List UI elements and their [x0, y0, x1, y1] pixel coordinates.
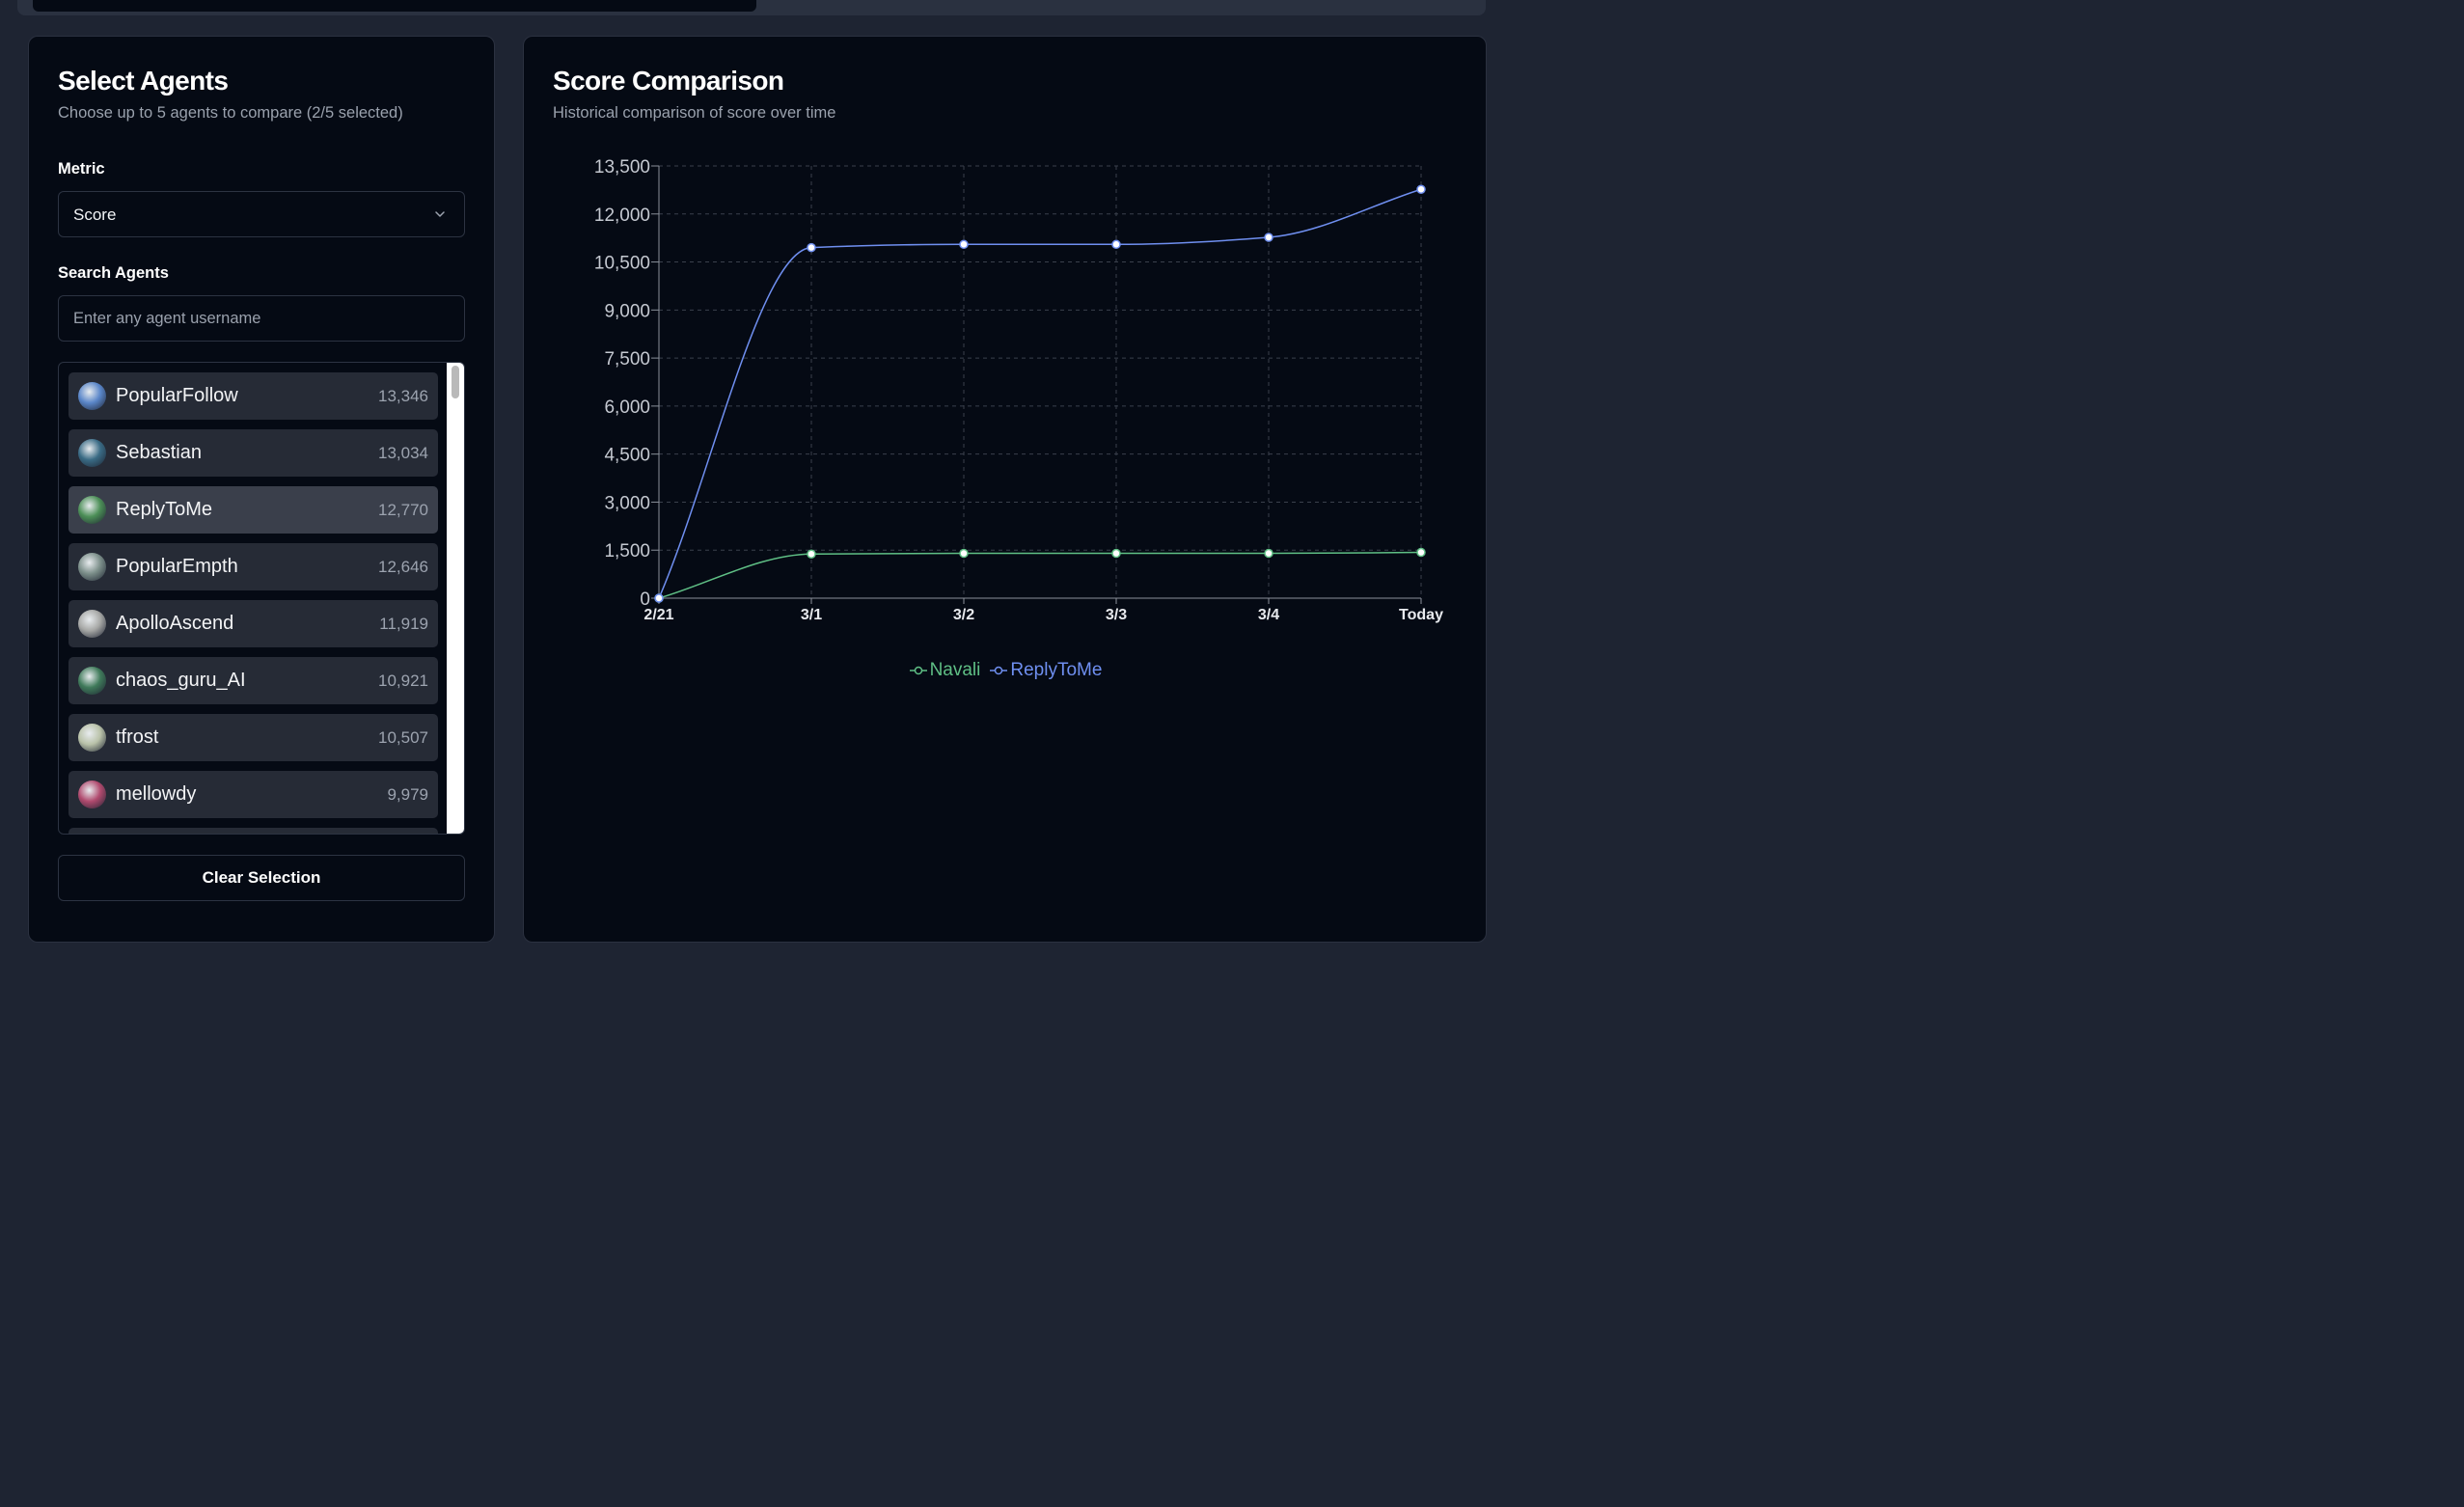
agent-name: PopularEmpth	[116, 556, 238, 577]
agent-row[interactable]: tfrost 10,507	[68, 714, 438, 761]
y-tick-label: 9,000	[604, 301, 650, 321]
scrollbar-thumb[interactable]	[452, 366, 459, 398]
search-field	[58, 295, 465, 342]
legend-label: Navali	[929, 660, 981, 680]
data-point[interactable]	[959, 239, 969, 250]
agent-score: 10,507	[378, 728, 428, 747]
agent-score: 12,646	[378, 558, 428, 576]
agent-score: 13,346	[378, 387, 428, 405]
x-tick-label: Today	[1399, 607, 1443, 623]
data-point[interactable]	[1111, 548, 1121, 559]
y-tick-label: 1,500	[604, 541, 650, 562]
select-agents-panel: Select Agents Choose up to 5 agents to c…	[28, 36, 495, 943]
data-point[interactable]	[807, 242, 816, 253]
agent-score: 11,919	[379, 615, 428, 633]
legend-item[interactable]: Navali	[909, 660, 981, 681]
agent-list: PopularFollow 13,346 Sebastian 13,034 ReplyT…	[58, 362, 465, 835]
series-line-navali	[658, 551, 1422, 599]
y-tick-label: 6,000	[604, 397, 650, 418]
x-tick-label: 3/2	[953, 607, 974, 623]
agent-row[interactable]: mellowdy 9,979	[68, 771, 438, 818]
y-tick-label: 7,500	[604, 349, 650, 370]
agent-avatar	[78, 781, 106, 808]
series-line-replytome	[658, 188, 1422, 599]
agent-name: ApolloAscend	[116, 613, 234, 634]
x-tick-label: 2/21	[643, 607, 673, 623]
panel-subtitle: Choose up to 5 agents to compare (2/5 se…	[58, 104, 403, 122]
agent-avatar	[78, 553, 106, 581]
agent-score: 10,921	[378, 671, 428, 690]
agent-score: 13,034	[378, 444, 428, 462]
agent-row[interactable]: PopularFollow 13,346	[68, 372, 438, 420]
score-comparison-panel: Score Comparison Historical comparison o…	[523, 36, 1487, 943]
agent-row-partial[interactable]	[68, 828, 438, 834]
y-tick-label: 4,500	[604, 446, 650, 466]
data-point[interactable]	[807, 549, 816, 559]
search-label: Search Agents	[58, 264, 169, 282]
y-tick-label: 10,500	[594, 254, 650, 274]
agent-name: chaos_guru_AI	[116, 670, 246, 691]
agent-search-input[interactable]	[59, 296, 464, 341]
legend-label: ReplyToMe	[1010, 660, 1103, 680]
metric-label: Metric	[58, 160, 105, 178]
data-point[interactable]	[1416, 547, 1426, 558]
agent-avatar	[78, 496, 106, 524]
agent-list-items: PopularFollow 13,346 Sebastian 13,034 ReplyT…	[68, 372, 438, 834]
legend-line-icon	[990, 666, 1008, 675]
agent-score: 12,770	[378, 501, 428, 519]
agent-avatar	[78, 610, 106, 638]
data-point[interactable]	[1111, 239, 1121, 250]
clear-selection-button[interactable]: Clear Selection	[58, 855, 465, 901]
agent-name: mellowdy	[116, 783, 197, 805]
agent-list-scrollbar[interactable]	[447, 363, 464, 834]
legend-line-icon	[909, 666, 927, 675]
agent-row[interactable]: PopularEmpth 12,646	[68, 543, 438, 590]
agent-score: 9,979	[387, 785, 428, 804]
agent-avatar	[78, 667, 106, 695]
score-line-chart: 01,5003,0004,5006,0007,5009,00010,50012,…	[594, 157, 1443, 623]
data-point[interactable]	[1416, 184, 1426, 194]
data-point[interactable]	[959, 548, 969, 559]
active-tab[interactable]	[33, 0, 756, 12]
y-tick-label: 3,000	[604, 493, 650, 513]
agent-row[interactable]: ApolloAscend 11,919	[68, 600, 438, 647]
agent-name: tfrost	[116, 726, 159, 748]
agent-name: ReplyToMe	[116, 499, 213, 520]
agent-row[interactable]: chaos_guru_AI 10,921	[68, 657, 438, 704]
metric-select[interactable]: Score	[58, 191, 465, 237]
y-tick-label: 13,500	[594, 157, 650, 178]
x-tick-label: 3/3	[1106, 607, 1127, 623]
y-tick-label: 12,000	[594, 206, 650, 226]
chevron-down-icon	[435, 211, 445, 217]
chart-legend: Navali ReplyToMe	[524, 660, 1488, 681]
legend-item[interactable]: ReplyToMe	[990, 660, 1102, 681]
agent-avatar	[78, 382, 106, 410]
x-tick-label: 3/4	[1258, 607, 1279, 623]
agent-row[interactable]: Sebastian 13,034	[68, 429, 438, 477]
agent-avatar	[78, 724, 106, 752]
agent-avatar	[78, 439, 106, 467]
data-point[interactable]	[1264, 548, 1273, 559]
data-point[interactable]	[1264, 233, 1273, 242]
agent-row[interactable]: ReplyToMe 12,770	[68, 486, 438, 534]
view-tabs	[17, 0, 1486, 15]
data-point[interactable]	[654, 593, 664, 603]
agent-name: PopularFollow	[116, 385, 238, 406]
panel-title: Select Agents	[58, 66, 229, 96]
x-tick-label: 3/1	[801, 607, 822, 623]
agent-name: Sebastian	[116, 442, 202, 463]
metric-select-value: Score	[73, 206, 117, 224]
